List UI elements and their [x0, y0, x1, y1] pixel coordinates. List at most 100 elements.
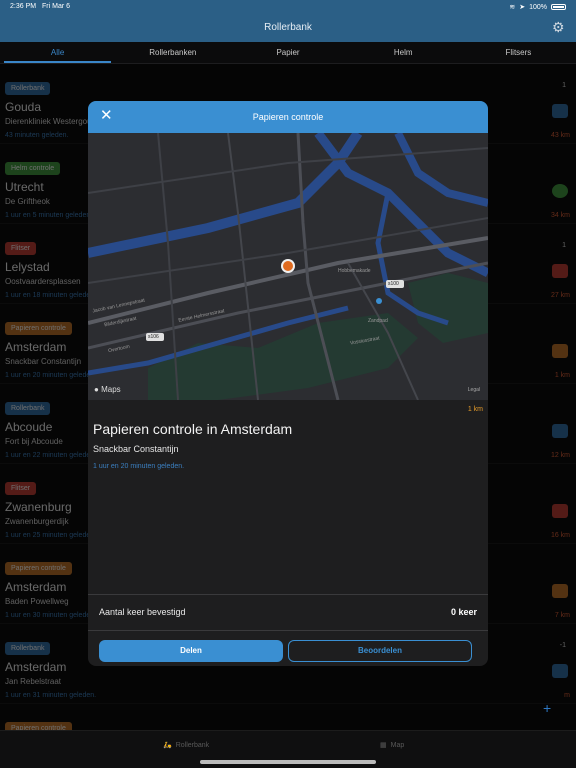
confirm-count-value: 0 keer — [450, 607, 477, 617]
type-badge: Papieren controle — [5, 562, 72, 575]
item-street: Snackbar Constantijn — [5, 357, 82, 366]
maps-brand: ● Maps — [94, 385, 121, 394]
status-date: Fri Mar 6 — [42, 3, 70, 10]
share-button[interactable]: Delen — [99, 640, 283, 662]
confirm-count: 1 — [562, 82, 566, 89]
tab-helm[interactable]: Helm — [346, 42, 461, 63]
item-distance: 12 km — [550, 452, 570, 459]
type-badge: Papieren controle — [5, 322, 72, 335]
modal-street: Snackbar Constantijn — [93, 444, 179, 454]
confirm-count: -1 — [559, 642, 566, 649]
item-time-ago: 43 minuten geleden. — [5, 132, 69, 139]
navigation-bar: Rollerbank ⚙ — [0, 14, 576, 42]
map-shield-label: s106 — [148, 334, 159, 340]
item-distance: 27 km — [550, 292, 570, 299]
item-city: Amsterdam — [5, 580, 67, 594]
item-time-ago: 1 uur en 18 minuten geleden. — [5, 292, 97, 299]
type-badge: Flitser — [5, 482, 37, 495]
tab-flitsers[interactable]: Flitsers — [461, 42, 576, 63]
modal-title: Papieren controle — [252, 112, 324, 122]
type-badge: Helm controle — [5, 162, 61, 175]
item-city: Utrecht — [5, 180, 44, 194]
map-legal-link[interactable]: Legal — [468, 387, 480, 393]
item-distance: 1 km — [554, 372, 570, 379]
divider — [88, 630, 488, 631]
map-street-label: Zandpad — [368, 318, 388, 324]
item-time-ago: 1 uur en 5 minuten geleden. — [5, 212, 93, 219]
tab-map[interactable]: ▦ Map — [380, 741, 405, 750]
item-city: Gouda — [5, 100, 42, 114]
item-time-ago: 1 uur en 20 minuten geleden. — [5, 372, 97, 379]
tab-rollerbank-label: Rollerbank — [175, 741, 210, 749]
modal-distance: 1 km — [467, 406, 483, 413]
item-distance: 34 km — [550, 212, 570, 219]
modal-heading: Papieren controle in Amsterdam — [93, 421, 293, 437]
map-view[interactable]: s106 s100 Eerste Helmersstraat Zandpad V… — [88, 133, 488, 400]
item-street: De Griftheok — [5, 197, 50, 206]
item-city: Abcoude — [5, 420, 53, 434]
tab-rollerbanken[interactable]: Rollerbanken — [115, 42, 230, 63]
item-distance: m — [564, 692, 570, 699]
id-card-icon — [552, 584, 568, 598]
settings-gear-icon[interactable]: ⚙ — [552, 20, 566, 34]
item-street: Zwanenburgerdijk — [5, 517, 69, 526]
map-street-label: Hobbemakade — [338, 268, 371, 274]
helmet-icon — [552, 184, 568, 198]
modal-time-ago: 1 uur en 20 minuten geleden. — [93, 463, 185, 470]
type-badge: Papieren controle — [5, 722, 72, 730]
maps-brand-label: Maps — [101, 385, 121, 394]
wifi-icon: ≋ — [509, 4, 516, 11]
modal-header: ✕ Papieren controle — [88, 101, 488, 133]
item-distance: 7 km — [554, 612, 570, 619]
rate-button[interactable]: Beoordelen — [288, 640, 472, 662]
speed-camera-icon — [552, 264, 568, 278]
speed-camera-icon — [552, 504, 568, 518]
tab-papier[interactable]: Papier — [230, 42, 345, 63]
divider — [88, 594, 488, 595]
location-icon: ➤ — [519, 4, 526, 11]
list-item[interactable]: Papieren controle — [0, 704, 576, 730]
map-shield-label: s100 — [388, 281, 399, 287]
confirm-count-label: Aantal keer bevestigd — [99, 607, 186, 617]
item-street: Baden Powellweg — [5, 597, 69, 606]
scooter-icon: 🛵 — [163, 742, 172, 749]
map-canvas — [88, 133, 488, 400]
add-report-plus-icon[interactable]: + — [543, 700, 551, 716]
apple-logo-icon: ● — [94, 385, 99, 394]
item-time-ago: 1 uur en 25 minuten geleden. — [5, 532, 97, 539]
type-badge: Rollerbank — [5, 402, 51, 415]
item-time-ago: 1 uur en 22 minuten geleden. — [5, 452, 97, 459]
page-title: Rollerbank — [264, 22, 312, 33]
item-city: Zwanenburg — [5, 500, 72, 514]
item-street: Fort bij Abcoude — [5, 437, 63, 446]
status-bar: 2:36 PM Fri Mar 6 ≋ ➤ 100% — [0, 0, 576, 14]
id-card-icon — [552, 344, 568, 358]
item-street: Oostvaardersplassen — [5, 277, 81, 286]
filter-tabs: Alle Rollerbanken Papier Helm Flitsers — [0, 42, 576, 64]
tab-alle[interactable]: Alle — [0, 42, 115, 63]
type-badge: Rollerbank — [5, 82, 51, 95]
status-right: ≋ ➤ 100% — [509, 3, 566, 11]
home-indicator — [200, 760, 376, 764]
detail-modal: ✕ Papieren controle s106 s100 Eerste Hel… — [88, 101, 488, 666]
scooter-icon — [552, 664, 568, 678]
map-icon: ▦ — [380, 742, 387, 749]
item-time-ago: 1 uur en 30 minuten geleden. — [5, 612, 97, 619]
battery-percent: 100% — [529, 3, 547, 11]
type-badge: Rollerbank — [5, 642, 51, 655]
tab-map-label: Map — [390, 741, 405, 749]
item-distance: 43 km — [550, 132, 570, 139]
tab-rollerbank[interactable]: 🛵 Rollerbank — [163, 741, 210, 750]
battery-icon — [551, 4, 566, 10]
item-city: Lelystad — [5, 260, 50, 274]
scooter-icon — [552, 104, 568, 118]
item-time-ago: 1 uur en 31 minuten geleden. — [5, 692, 97, 699]
item-city: Amsterdam — [5, 340, 67, 354]
item-distance: 16 km — [550, 532, 570, 539]
scooter-icon — [552, 424, 568, 438]
item-street: Jan Rebelstraat — [5, 677, 62, 686]
item-city: Amsterdam — [5, 660, 67, 674]
type-badge: Flitser — [5, 242, 37, 255]
confirm-count: 1 — [562, 242, 566, 249]
status-time: 2:36 PM — [10, 3, 37, 10]
